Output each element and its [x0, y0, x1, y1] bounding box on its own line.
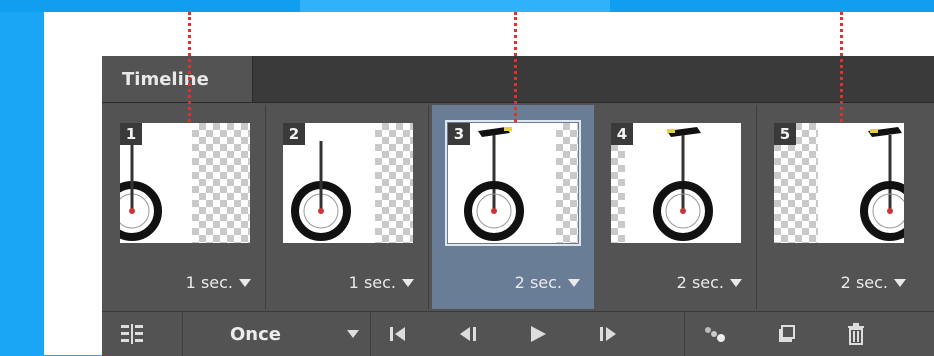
- frame-number: 4: [611, 123, 633, 145]
- frame-2[interactable]: 2 1 sec.: [267, 105, 429, 309]
- divider: [370, 312, 371, 356]
- frame-duration-dropdown[interactable]: 1 sec.: [186, 273, 251, 292]
- frame-1[interactable]: 1 1 sec.: [104, 105, 266, 309]
- frames-strip: 1 1 sec. 2 1 sec. 3 2 sec. 4 2 sec. 5 2 …: [102, 103, 934, 311]
- top-highlight: [300, 0, 610, 12]
- chevron-down-icon: [239, 278, 251, 287]
- frame-number: 3: [448, 123, 470, 145]
- first-frame-icon[interactable]: [378, 312, 418, 356]
- frame-number: 2: [283, 123, 305, 145]
- frame-duration: 1 sec.: [185, 273, 233, 292]
- panel-options-icon[interactable]: [110, 312, 154, 356]
- divider: [182, 312, 183, 356]
- previous-frame-icon[interactable]: [448, 312, 488, 356]
- divider: [684, 312, 685, 356]
- frame-duration: 2 sec.: [840, 273, 888, 292]
- frame-duration: 1 sec.: [348, 273, 396, 292]
- guide-line-2: [514, 12, 517, 122]
- frame-duration-dropdown[interactable]: 2 sec.: [841, 273, 906, 292]
- duplicate-frame-icon[interactable]: [766, 312, 806, 356]
- frame-duration: 2 sec.: [514, 273, 562, 292]
- timeline-toolbar: Once: [102, 311, 934, 356]
- frame-number: 1: [120, 123, 142, 145]
- chevron-down-icon: [894, 278, 906, 287]
- frame-duration: 2 sec.: [676, 273, 724, 292]
- frame-3[interactable]: 3 2 sec.: [432, 105, 594, 309]
- panel-tabbar: Timeline: [102, 56, 934, 103]
- loop-option: Once: [230, 323, 281, 345]
- frame-5[interactable]: 5 2 sec.: [758, 105, 920, 309]
- loop-options-dropdown[interactable]: Once: [186, 312, 366, 356]
- frame-duration-dropdown[interactable]: 2 sec.: [677, 273, 742, 292]
- delete-icon[interactable]: [836, 312, 876, 356]
- chevron-down-icon: [402, 278, 414, 287]
- tab-timeline[interactable]: Timeline: [102, 56, 253, 102]
- chevron-down-icon: [568, 278, 580, 287]
- chevron-down-icon: [347, 330, 359, 338]
- frame-duration-dropdown[interactable]: 2 sec.: [515, 273, 580, 292]
- play-icon[interactable]: [518, 312, 558, 356]
- tween-icon[interactable]: [696, 312, 736, 356]
- frame-number: 5: [774, 123, 796, 145]
- timeline-panel: Timeline 1 1 sec. 2 1 sec. 3 2 sec. 4 2 …: [102, 56, 934, 356]
- frame-duration-dropdown[interactable]: 1 sec.: [349, 273, 414, 292]
- chevron-down-icon: [730, 278, 742, 287]
- guide-line-1: [188, 12, 191, 122]
- next-frame-icon[interactable]: [588, 312, 628, 356]
- frame-4[interactable]: 4 2 sec.: [595, 105, 757, 309]
- top-strip: [0, 0, 934, 12]
- guide-line-3: [840, 12, 843, 122]
- tab-label: Timeline: [122, 69, 209, 90]
